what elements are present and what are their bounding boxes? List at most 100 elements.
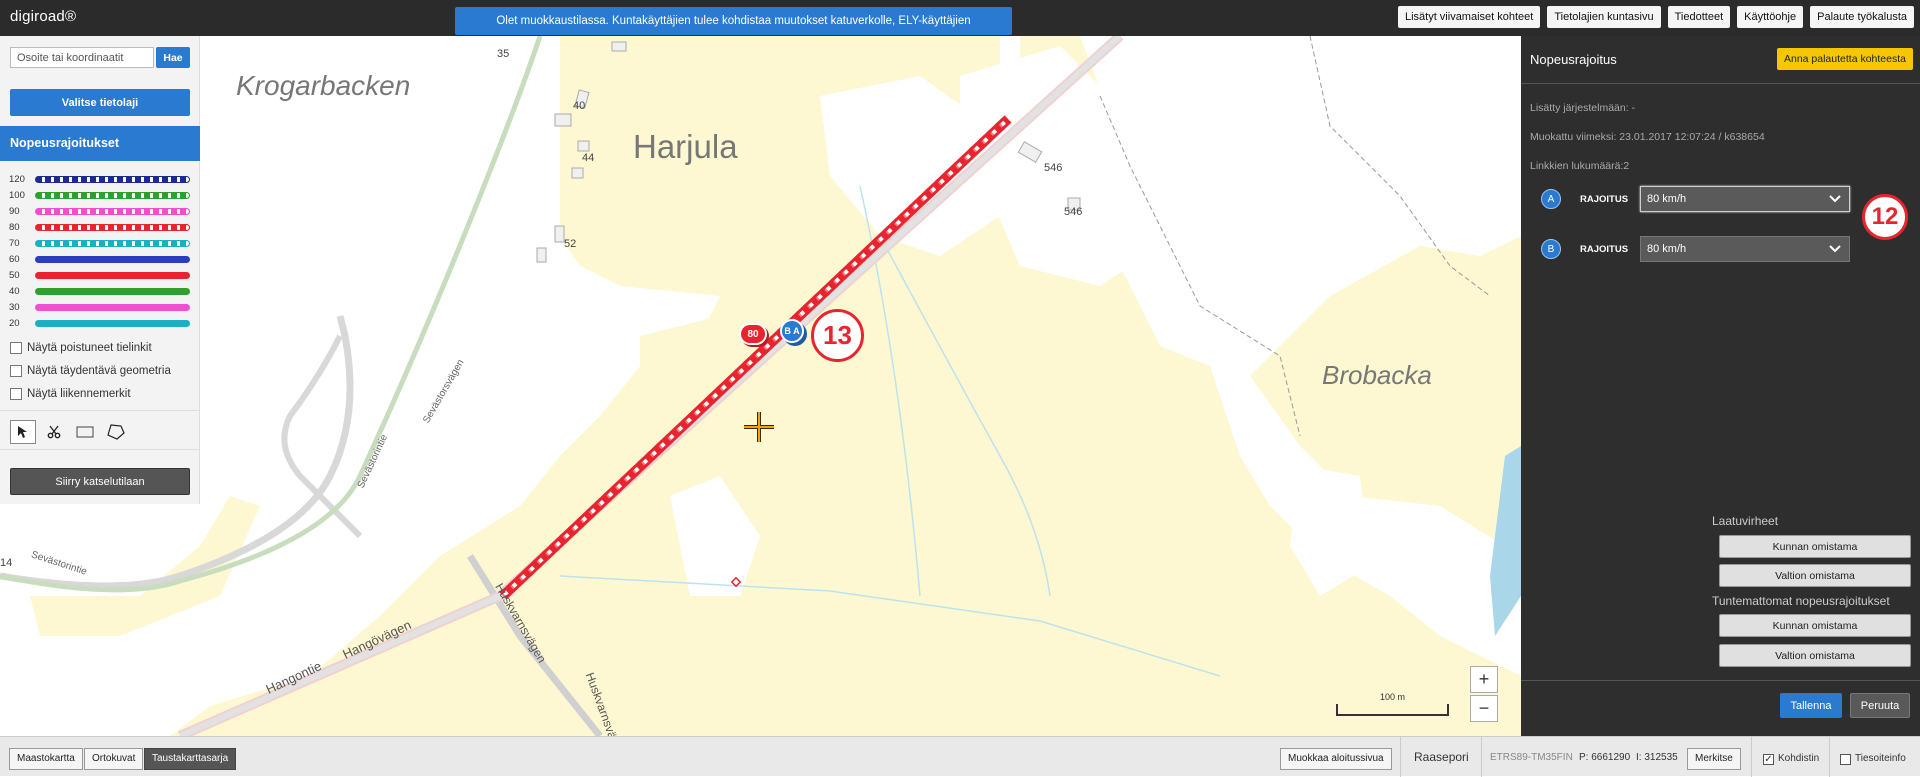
save-button[interactable]: Tallenna bbox=[1780, 693, 1842, 718]
quality-municipal-button[interactable]: Kunnan omistama bbox=[1719, 535, 1911, 558]
limit-select-value: 80 km/h bbox=[1647, 243, 1687, 255]
annotation-12: 12 bbox=[1862, 194, 1908, 240]
zoom-in-icon: + bbox=[1478, 669, 1490, 689]
right-panel-title: Nopeusrajoitus bbox=[1530, 52, 1617, 67]
legend-swatch bbox=[35, 319, 190, 327]
select-tool-icon[interactable] bbox=[10, 420, 36, 444]
base-layer-ortho[interactable]: Ortokuvat bbox=[84, 748, 144, 770]
map-canvas[interactable]: Krogarbacken Harjula Brobacka 35 40 44 5… bbox=[0, 36, 1521, 736]
base-layer-background[interactable]: Taustakarttasarja bbox=[144, 748, 237, 770]
legend-row: 60 bbox=[9, 251, 191, 267]
legend-value: 90 bbox=[9, 205, 20, 217]
limit-select-b[interactable]: 80 km/h bbox=[1640, 236, 1850, 262]
app-logo[interactable]: digiroad® bbox=[10, 8, 76, 25]
municipality-name: Raasepori bbox=[1414, 750, 1469, 764]
legend-value: 120 bbox=[9, 173, 25, 185]
base-layer-terrain[interactable]: Maastokartta bbox=[9, 748, 83, 770]
rectangle-tool-icon[interactable] bbox=[72, 420, 98, 444]
edit-start-page-button[interactable]: Muokkaa aloitussivua bbox=[1280, 748, 1392, 770]
scale-bar-label: 100 m bbox=[1380, 692, 1406, 702]
divider bbox=[1481, 737, 1482, 777]
legend-swatch bbox=[35, 191, 190, 199]
cursor-checkbox[interactable]: ✓ bbox=[1763, 754, 1774, 765]
speed-limit-sign[interactable]: 80 bbox=[739, 323, 767, 345]
top-link-added-linear[interactable]: Lisätyt viivamaiset kohteet bbox=[1397, 6, 1541, 28]
checkbox-box[interactable] bbox=[10, 387, 22, 400]
legend-swatch bbox=[35, 223, 190, 231]
legend-value: 40 bbox=[9, 285, 20, 297]
search-button[interactable]: Hae bbox=[156, 47, 190, 68]
chevron-down-icon bbox=[1829, 195, 1841, 203]
checkbox-box[interactable] bbox=[10, 341, 22, 354]
legend-row: 90 bbox=[9, 203, 191, 219]
divider bbox=[1400, 737, 1401, 777]
top-link-municipality-page[interactable]: Tietolajien kuntasivu bbox=[1547, 6, 1661, 28]
quality-errors-heading: Laatuvirheet bbox=[1712, 514, 1779, 528]
coord-p: P: 6661290 bbox=[1579, 752, 1631, 763]
legend-value: 70 bbox=[9, 237, 20, 249]
house-number: 14 bbox=[0, 557, 13, 569]
house-number: 40 bbox=[573, 100, 586, 112]
tileinfo-check-label: Tiesoiteinfo bbox=[1855, 753, 1906, 764]
annotation-13-text: 13 bbox=[823, 320, 852, 350]
house-number: 44 bbox=[582, 152, 595, 164]
show-traffic-signs-checkbox[interactable]: Näytä liikennemerkit bbox=[10, 382, 171, 405]
select-layer-button[interactable]: Valitse tietolaji bbox=[10, 89, 190, 116]
unknown-state-button[interactable]: Valtion omistama bbox=[1719, 644, 1911, 667]
legend-row: 40 bbox=[9, 283, 191, 299]
side-b-icon: B bbox=[1541, 239, 1561, 259]
top-bar: digiroad® Olet muokkaustilassa. Kuntakäy… bbox=[0, 0, 1920, 55]
zoom-in-button[interactable]: + bbox=[1470, 666, 1498, 693]
legend-value: 20 bbox=[9, 317, 20, 329]
zoom-out-button[interactable]: − bbox=[1470, 695, 1498, 722]
checkbox-label: Näytä liikennemerkit bbox=[27, 387, 131, 400]
legend-value: 100 bbox=[9, 189, 25, 201]
annotation-12-text: 12 bbox=[1871, 203, 1899, 230]
legend-swatch bbox=[35, 175, 190, 183]
cursor-check-label: Kohdistin bbox=[1778, 753, 1820, 764]
tileinfo-checkbox[interactable] bbox=[1840, 754, 1851, 765]
bottom-bar: Maastokartta Ortokuvat Taustakarttasarja… bbox=[0, 736, 1920, 777]
polygon-tool-icon[interactable] bbox=[103, 420, 129, 444]
legend-row: 120 bbox=[9, 171, 191, 187]
view-mode-button[interactable]: Siirry katselutilaan bbox=[10, 468, 190, 495]
house-number: 546 bbox=[1044, 162, 1063, 174]
limit-select-a[interactable]: 80 km/h bbox=[1640, 186, 1850, 212]
place-label-harjula: Harjula bbox=[633, 128, 738, 165]
limit-row-b: B RAJOITUS 80 km/h bbox=[1541, 236, 1850, 262]
legend-row: 20 bbox=[9, 315, 191, 331]
links-count: Linkkien lukumäärä:2 bbox=[1530, 160, 1630, 172]
show-removed-links-checkbox[interactable]: Näytä poistuneet tielinkit bbox=[10, 336, 171, 359]
legend-swatch bbox=[35, 255, 190, 263]
place-label-krogarbacken: Krogarbacken bbox=[236, 70, 411, 101]
checkbox-box[interactable] bbox=[10, 364, 22, 377]
chevron-down-icon bbox=[1829, 245, 1841, 253]
divider bbox=[1751, 737, 1752, 777]
quality-state-button[interactable]: Valtion omistama bbox=[1719, 564, 1911, 587]
limit-row-a: A RAJOITUS 80 km/h bbox=[1541, 186, 1850, 212]
mark-button[interactable]: Merkitse bbox=[1687, 748, 1741, 770]
top-link-user-guide[interactable]: Käyttöohje bbox=[1737, 6, 1804, 28]
cut-tool-icon[interactable] bbox=[41, 420, 67, 444]
right-panel-header: Nopeusrajoitus Anna palautetta kohteesta bbox=[1521, 36, 1920, 84]
legend-row: 80 bbox=[9, 219, 191, 235]
top-link-feedback[interactable]: Palaute työkalusta bbox=[1810, 6, 1914, 28]
crs-label: ETRS89-TM35FIN bbox=[1490, 752, 1573, 763]
right-panel: Nopeusrajoitus Anna palautetta kohteesta… bbox=[1521, 36, 1920, 736]
unknown-municipal-button[interactable]: Kunnan omistama bbox=[1719, 614, 1911, 637]
side-marker-ab[interactable]: B A bbox=[780, 319, 804, 343]
feedback-button[interactable]: Anna palautetta kohteesta bbox=[1776, 48, 1913, 70]
legend-row: 70 bbox=[9, 235, 191, 251]
top-link-bulletins[interactable]: Tiedotteet bbox=[1667, 6, 1731, 28]
edit-tools bbox=[0, 410, 200, 450]
unknown-limits-heading: Tuntemattomat nopeusrajoitukset bbox=[1712, 594, 1890, 608]
place-label-brobacka: Brobacka bbox=[1322, 360, 1432, 390]
cancel-button[interactable]: Peruuta bbox=[1850, 693, 1910, 718]
show-complementary-geometry-checkbox[interactable]: Näytä täydentävä geometria bbox=[10, 359, 171, 382]
legend-value: 60 bbox=[9, 253, 20, 265]
house-number: 52 bbox=[564, 238, 577, 250]
side-marker-text: B A bbox=[784, 326, 800, 336]
divider bbox=[1829, 737, 1830, 777]
legend-value: 30 bbox=[9, 301, 20, 313]
search-input[interactable] bbox=[10, 47, 154, 68]
